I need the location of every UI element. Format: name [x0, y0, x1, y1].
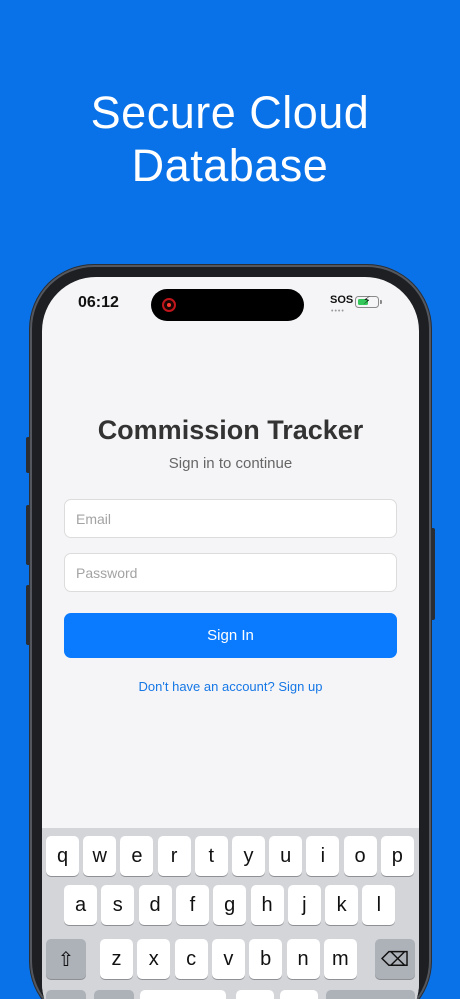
key-d[interactable]: d — [138, 885, 172, 925]
onscreen-keyboard: ⇧ ⌫ 123 ☺ space @ . qwertyuiop asdfghjkl z… — [42, 828, 419, 999]
key-c[interactable]: c — [174, 939, 208, 979]
space-key[interactable]: space — [140, 990, 226, 999]
app-title: Commission Tracker — [97, 415, 364, 445]
dynamic-island — [151, 289, 304, 321]
key-v[interactable]: v — [211, 939, 245, 979]
shift-key[interactable]: ⇧ — [46, 939, 86, 979]
status-time: 06:12 — [78, 294, 119, 311]
key-a[interactable]: a — [64, 885, 97, 925]
key-t[interactable]: t — [194, 836, 228, 876]
key-m[interactable]: m — [323, 939, 357, 979]
email-field[interactable] — [64, 499, 397, 538]
signal-dots: •••• — [331, 308, 345, 315]
key-z[interactable]: z — [100, 939, 133, 979]
key-u[interactable]: u — [269, 836, 303, 876]
key-e[interactable]: e — [120, 836, 154, 876]
numbers-key[interactable]: 123 — [46, 990, 86, 999]
key-i[interactable]: i — [306, 836, 340, 876]
key-j[interactable]: j — [287, 885, 321, 925]
key-b[interactable]: b — [249, 939, 283, 979]
phone-frame: 06:12 SOS •••• ⚡ Commission Tracker Sign… — [30, 265, 431, 999]
period-key[interactable]: . — [280, 990, 318, 999]
key-w[interactable]: w — [83, 836, 117, 876]
status-bar: 06:12 SOS •••• ⚡ — [42, 277, 419, 333]
key-y[interactable]: y — [232, 836, 265, 876]
key-o[interactable]: o — [343, 836, 377, 876]
at-key[interactable]: @ — [236, 990, 274, 999]
key-n[interactable]: n — [286, 939, 320, 979]
phone-screen: 06:12 SOS •••• ⚡ Commission Tracker Sign… — [42, 277, 419, 999]
key-p[interactable]: p — [380, 836, 414, 876]
headline: Secure Cloud Database — [0, 86, 460, 192]
sign-up-link[interactable]: Don't have an account? Sign up — [42, 679, 419, 694]
recording-indicator-icon — [162, 298, 176, 312]
key-x[interactable]: x — [137, 939, 171, 979]
key-g[interactable]: g — [213, 885, 247, 925]
charging-bolt-icon: ⚡ — [363, 295, 371, 307]
app-subtitle: Sign in to continue — [168, 455, 293, 472]
key-k[interactable]: k — [325, 885, 359, 925]
headline-line-2: Database — [131, 140, 329, 191]
key-q[interactable]: q — [46, 836, 79, 876]
key-l[interactable]: l — [362, 885, 396, 925]
key-h[interactable]: h — [250, 885, 284, 925]
app-store-screenshot: Secure Cloud Database 06:12 SOS •••• ⚡ C… — [0, 0, 460, 999]
password-field[interactable] — [64, 553, 397, 592]
emoji-key[interactable]: ☺ — [94, 990, 134, 999]
sos-indicator: SOS — [330, 294, 354, 306]
key-f[interactable]: f — [175, 885, 209, 925]
key-r[interactable]: r — [157, 836, 191, 876]
headline-line-1: Secure Cloud — [90, 87, 370, 138]
return-key[interactable] — [326, 990, 415, 999]
battery-icon: ⚡ — [355, 295, 382, 308]
delete-key[interactable]: ⌫ — [375, 939, 415, 979]
key-s[interactable]: s — [101, 885, 135, 925]
sign-in-button[interactable]: Sign In — [64, 613, 397, 658]
